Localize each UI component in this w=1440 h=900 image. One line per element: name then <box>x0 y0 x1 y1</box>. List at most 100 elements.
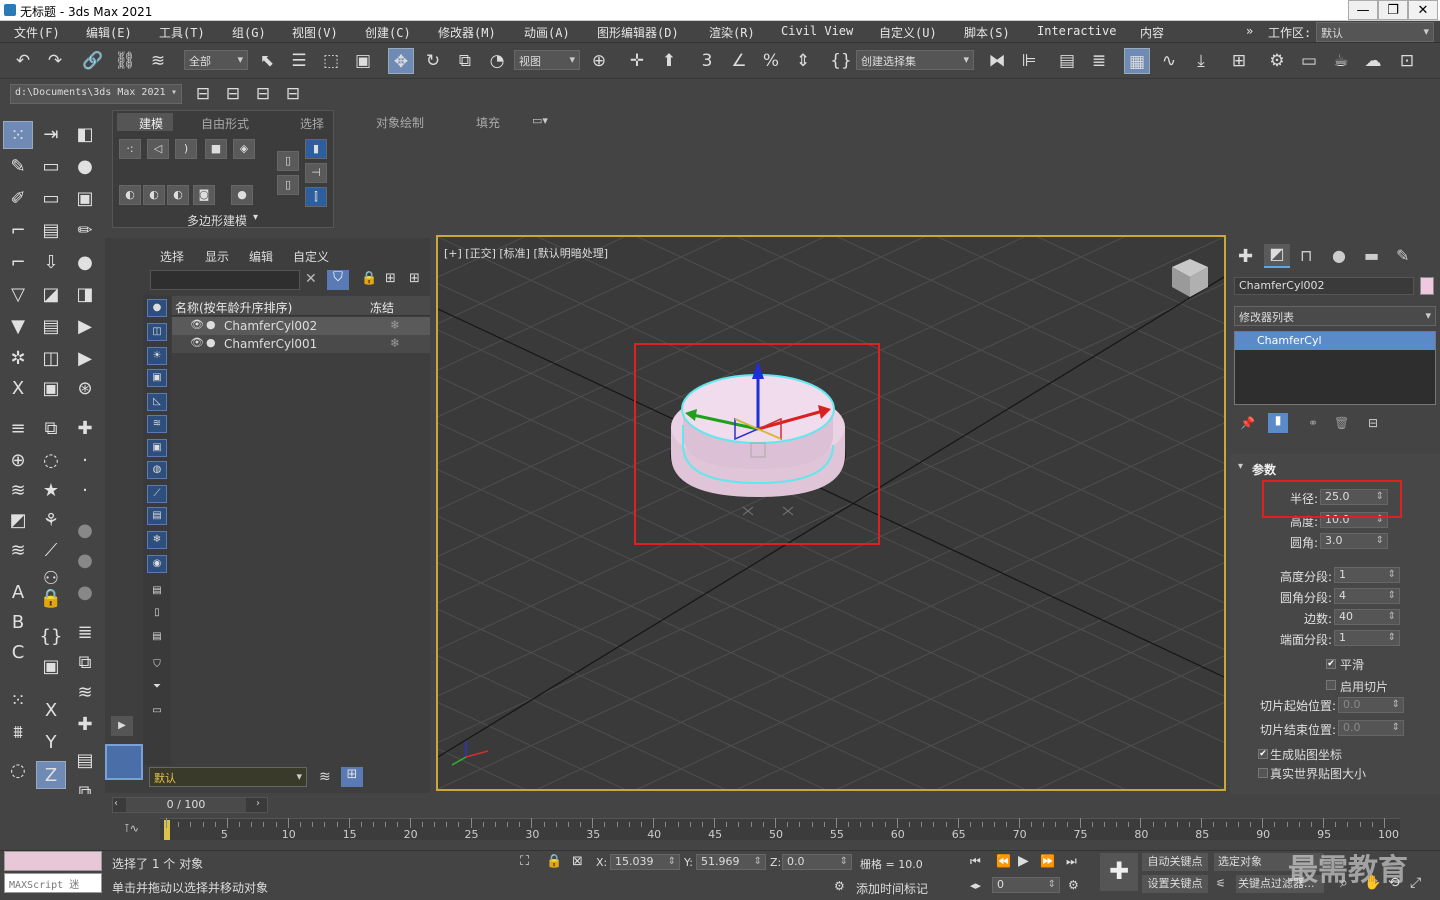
poly-modeling-footer[interactable]: 多边形建模 <box>187 212 247 229</box>
rollout-title[interactable]: 参数 <box>1252 461 1276 478</box>
ribbon-tool-icon-4[interactable]: ⊣ <box>305 163 327 183</box>
ref-coord-dropdown[interactable]: 视图 <box>514 50 580 70</box>
stack-item-chamfercyl[interactable]: ChamferCyl <box>1235 332 1435 350</box>
goto-start-icon[interactable]: ⏮ <box>970 854 981 869</box>
utilities-tab-icon[interactable]: ✎ <box>1396 246 1409 265</box>
scene-explorer-icon[interactable]: ▤ <box>1054 48 1080 74</box>
tool-icon-52[interactable]: ◌ <box>3 757 33 785</box>
display-containers-icon[interactable]: ▤ <box>147 507 167 525</box>
display-invert-icon[interactable]: ▤ <box>147 629 167 647</box>
freeze-icon[interactable]: ❄ <box>390 336 400 350</box>
project-default-icon[interactable]: ⊟ <box>280 81 306 107</box>
menu-group[interactable]: 组(G) <box>232 24 266 41</box>
curve-editor-icon[interactable]: ∿ <box>1156 48 1182 74</box>
isolate-icon[interactable]: ⛶ <box>520 854 529 869</box>
auto-key-button[interactable]: 自动关键点 <box>1142 853 1208 871</box>
ribbon-tool-icon-2[interactable]: ▯ <box>277 175 299 195</box>
edit-named-sets-icon[interactable]: {} <box>828 48 854 74</box>
tab-freeform[interactable]: 自由形式 <box>201 115 249 132</box>
menu-scripting[interactable]: 脚本(S) <box>964 24 1010 41</box>
select-and-move-icon[interactable]: ✥ <box>388 48 414 74</box>
tab-object-paint[interactable]: 对象绘制 <box>376 114 424 131</box>
ribbon-options-icon[interactable]: ▭▾ <box>532 114 548 127</box>
tool-icon-38[interactable]: ● <box>70 517 100 545</box>
next-frame-icon[interactable]: ⏩ <box>1040 854 1055 868</box>
text-a-icon[interactable]: A <box>3 579 33 607</box>
vertex-icon[interactable]: ·: <box>119 139 141 159</box>
material-editor-icon[interactable]: ⊞ <box>1226 48 1252 74</box>
tool-icon-5[interactable]: ● <box>70 153 100 181</box>
select-manipulate-icon[interactable]: ✛ <box>624 48 650 74</box>
play-icon[interactable]: ▶ <box>1018 853 1029 869</box>
menu-file[interactable]: 文件(F) <box>14 24 60 41</box>
tool-icon-2[interactable]: ◧ <box>70 121 100 149</box>
create-tab-icon[interactable]: ✚ <box>1238 246 1253 267</box>
time-config-icon[interactable]: ⚙ <box>1068 878 1079 892</box>
tool-icon-7[interactable]: ▭ <box>36 185 66 213</box>
tool-icon-10[interactable]: ▤ <box>36 217 66 245</box>
render-cloud-icon[interactable]: ☁ <box>1360 48 1386 74</box>
selection-filter-dropdown[interactable]: 全部 <box>184 50 248 70</box>
tool-icon-9[interactable]: ⌐ <box>3 217 33 245</box>
goto-end-icon[interactable]: ⏭ <box>1066 854 1077 869</box>
select-tool-icon[interactable]: ⁙ <box>3 121 33 149</box>
project-folder-icon[interactable]: ⊟ <box>190 81 216 107</box>
chevron-right-icon[interactable]: » <box>1246 24 1253 38</box>
lock-icon[interactable]: 🔒 <box>36 585 66 613</box>
tool-icon-26[interactable]: ⊛ <box>70 375 100 403</box>
display-groups-icon[interactable]: ▣ <box>147 439 167 457</box>
sides-spinner[interactable]: 40 <box>1334 609 1400 625</box>
select-object-icon[interactable]: ⬉ <box>254 48 280 74</box>
tool-icon-6[interactable]: ✐ <box>3 185 33 213</box>
folder-icon[interactable]: ▭ <box>147 703 167 721</box>
orbit-icon[interactable]: ⟲ <box>1388 875 1400 891</box>
spinner-snap-icon[interactable]: ⇕ <box>790 48 816 74</box>
tool-icon-45[interactable]: {} <box>36 623 66 651</box>
ribbon-tool-icon-5[interactable]: ⫿ <box>305 187 327 207</box>
clear-icon[interactable]: ✕ <box>305 271 317 287</box>
scene-search-input[interactable] <box>150 270 300 290</box>
modify-tab-icon[interactable]: ◩ <box>1264 244 1290 268</box>
modifier-list-dropdown[interactable]: 修改器列表 <box>1234 306 1436 326</box>
display-cameras-icon[interactable]: ▣ <box>147 369 167 387</box>
tool-icon-37[interactable]: ⚘ <box>36 507 66 535</box>
lock-icon[interactable]: 🔒 <box>361 271 377 286</box>
menu-content[interactable]: 内容 <box>1140 24 1164 41</box>
remove-modifier-icon[interactable]: 🗑 <box>1334 416 1349 430</box>
text-b-icon[interactable]: B <box>3 609 33 637</box>
hierarchy-icon[interactable]: ⊞ <box>385 271 396 286</box>
tool-icon-24[interactable]: X <box>3 375 33 403</box>
key-filter-icon[interactable]: ⚟ <box>1216 877 1226 890</box>
element-icon[interactable]: ◈ <box>233 139 255 159</box>
menu-create[interactable]: 创建(C) <box>365 24 411 41</box>
set-key-icon[interactable]: ✚ <box>1100 853 1138 891</box>
unlink-icon[interactable]: ⛓ <box>112 48 138 74</box>
menu-rendering[interactable]: 渲染(R) <box>709 24 755 41</box>
angle-snap-icon[interactable]: ∠ <box>726 48 752 74</box>
tool-icon-14[interactable]: ● <box>70 249 100 277</box>
undo-icon[interactable]: ↶ <box>10 48 36 74</box>
render-setup-icon[interactable]: ⚙ <box>1264 48 1290 74</box>
z-coord-field[interactable]: 0.0 <box>782 854 852 870</box>
time-prev-icon[interactable]: ‹ <box>114 798 118 809</box>
close-button[interactable]: ✕ <box>1408 0 1438 20</box>
render-production-icon[interactable]: ☕ <box>1328 48 1354 74</box>
modify-mode-icon-2[interactable]: ◐ <box>143 185 165 205</box>
absolute-mode-icon[interactable]: ⊠ <box>572 854 583 869</box>
display-lights-icon[interactable]: ☀ <box>147 347 167 365</box>
display-xrefs-icon[interactable]: ◍ <box>147 461 167 479</box>
tool-icon-20[interactable]: ▶ <box>70 313 100 341</box>
table-row[interactable]: 👁 ● ChamferCyl001 ❄ <box>172 335 430 353</box>
window-crossing-icon[interactable]: ▣ <box>350 48 376 74</box>
filter-icon-2[interactable]: ⏷ <box>147 679 167 697</box>
display-frozen-icon[interactable]: ❄ <box>147 531 167 549</box>
tool-icon-33[interactable]: ≋ <box>3 477 33 505</box>
tool-icon-28[interactable]: ⧉ <box>36 415 66 443</box>
fillet-segs-spinner[interactable]: 4 <box>1334 588 1400 604</box>
viewport-perspective[interactable]: [+] [正交] [标准] [默认明暗处理] <box>436 235 1226 791</box>
tool-icon-13[interactable]: ⇩ <box>36 249 66 277</box>
scene-menu-customize[interactable]: 自定义 <box>293 248 329 265</box>
height-segs-spinner[interactable]: 1 <box>1334 567 1400 583</box>
rollout-collapse-icon[interactable]: ▾ <box>1238 461 1243 472</box>
scene-menu-edit[interactable]: 编辑 <box>249 248 273 265</box>
